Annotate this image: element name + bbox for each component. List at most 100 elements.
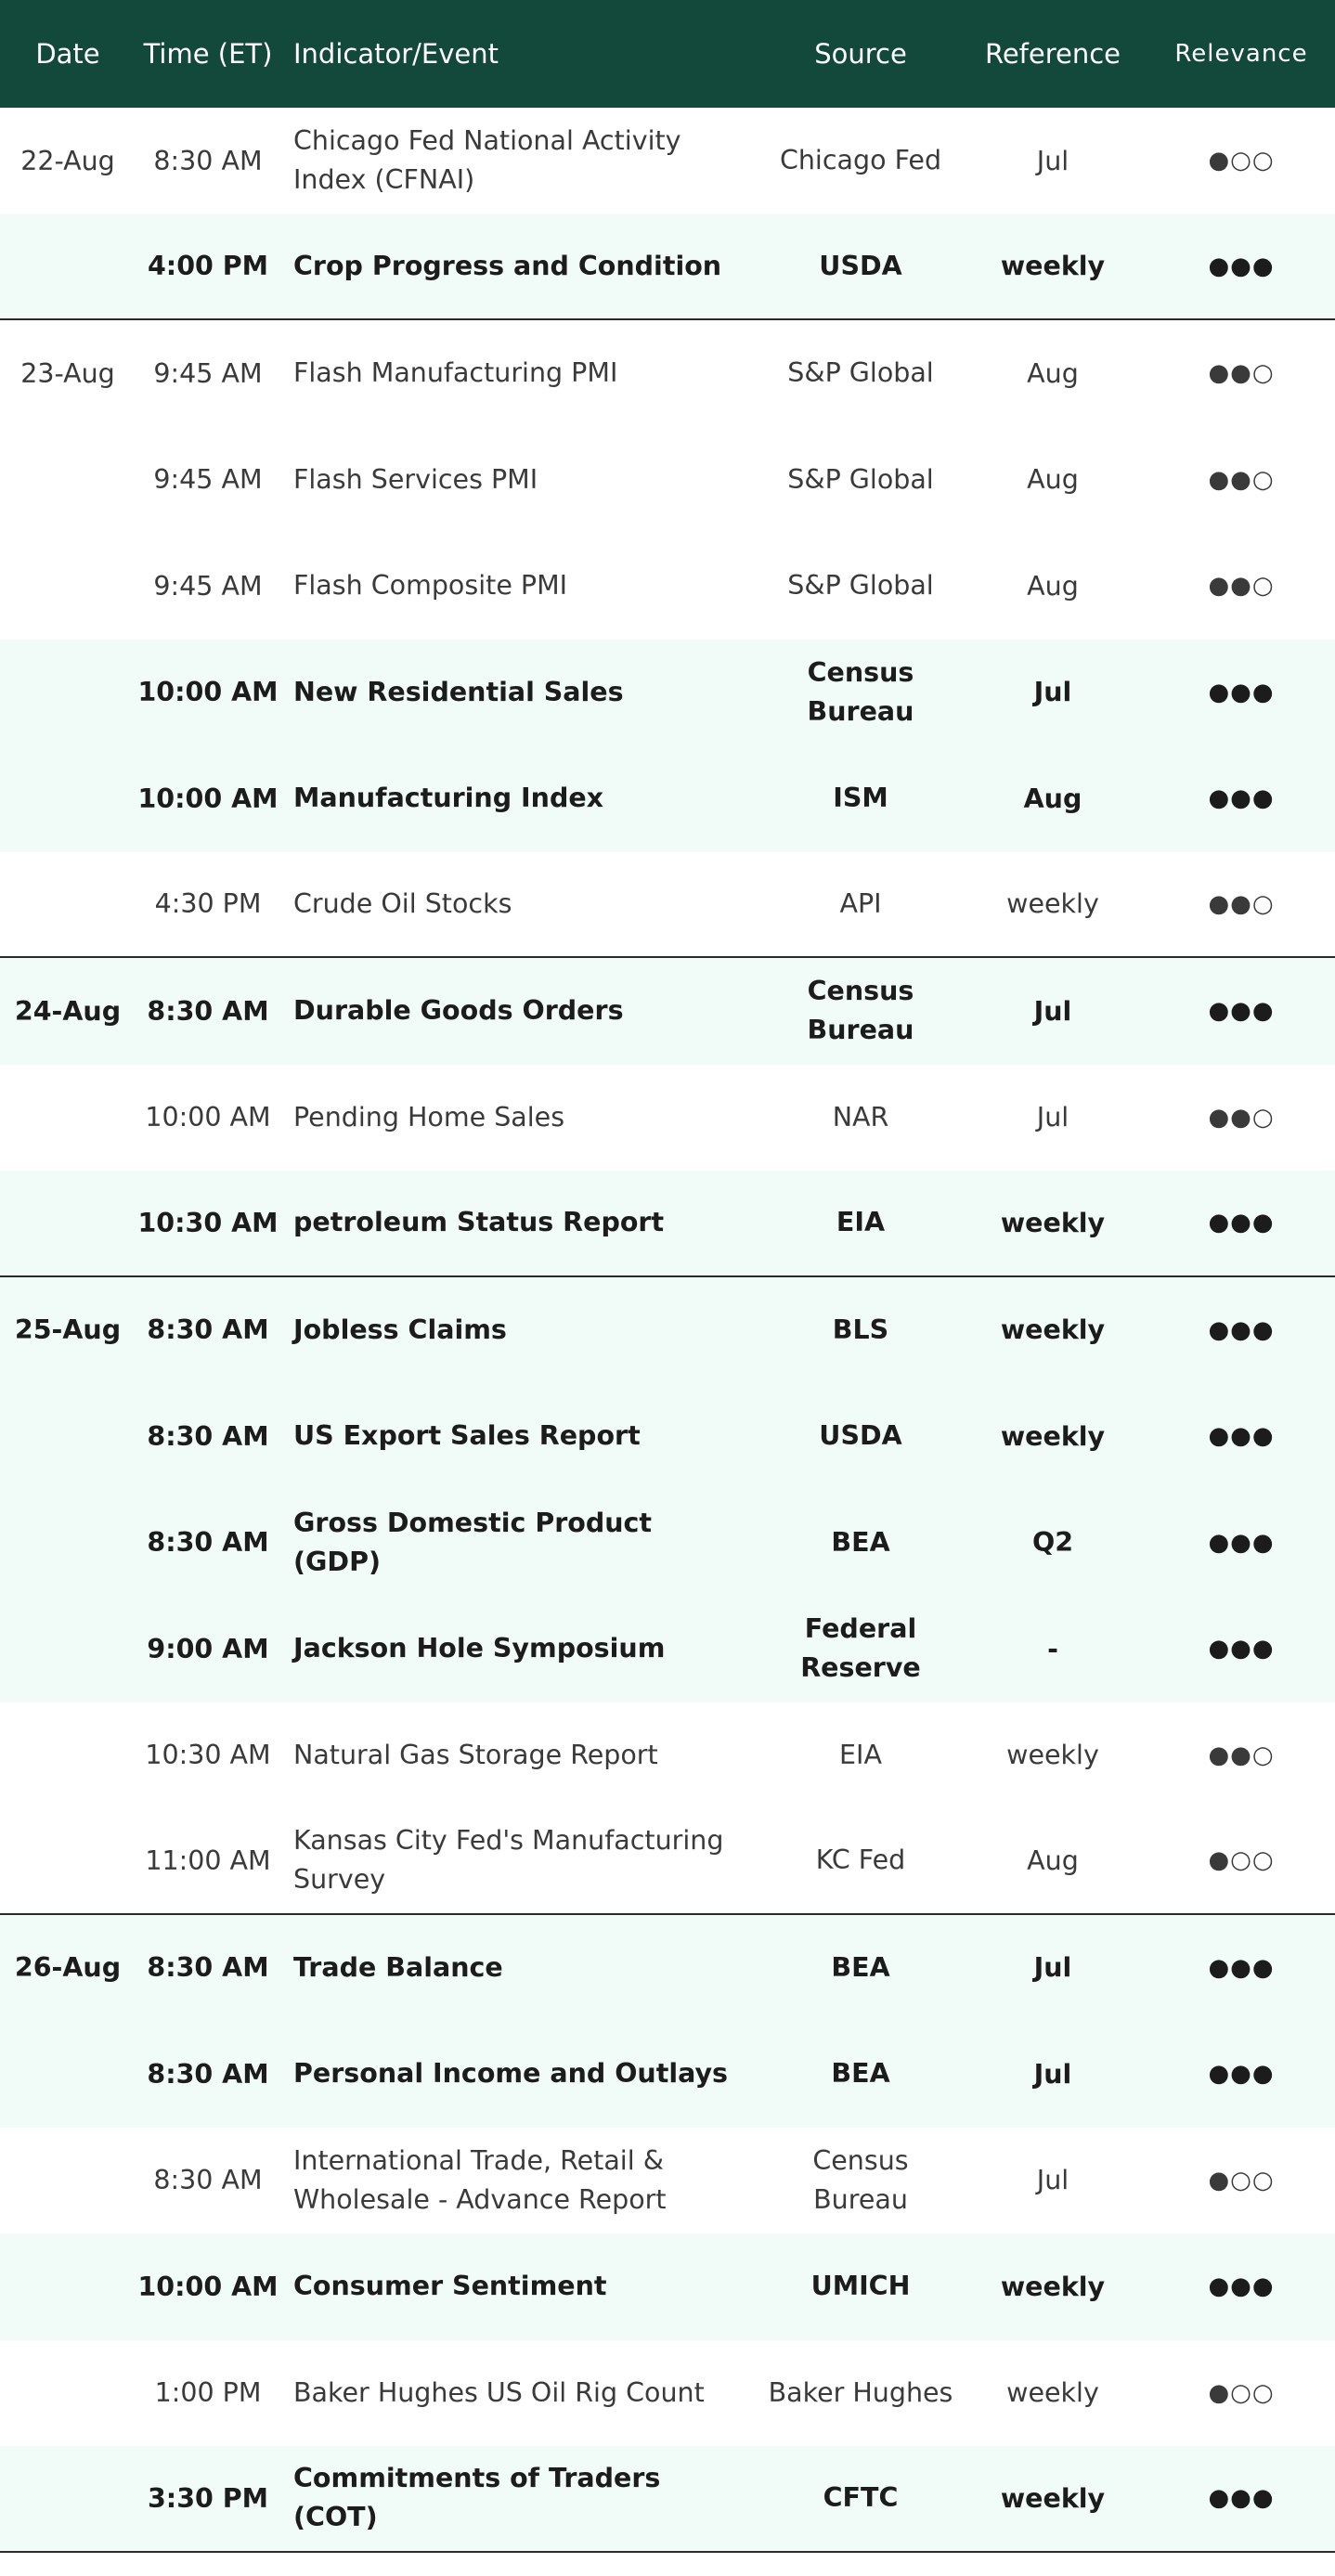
row-indicator: Manufacturing Index <box>293 783 604 814</box>
row-date <box>0 1065 136 1171</box>
table-row: 4:30 PM Crude Oil Stocks API weekly ●●○ <box>0 851 1335 958</box>
row-reference: weekly <box>1000 1207 1106 1238</box>
row-reference: Q2 <box>1031 1527 1074 1559</box>
header-reference: Reference <box>984 38 1121 70</box>
row-source: KC Fed <box>815 1845 906 1876</box>
row-relevance: ●●● <box>1208 1635 1275 1663</box>
row-source: Chicago Fed <box>779 145 942 176</box>
row-reference: Aug <box>1027 1845 1079 1876</box>
row-reference: Aug <box>1023 783 1082 814</box>
table-row: 10:00 AM Manufacturing Index ISM Aug ●●● <box>0 745 1335 852</box>
row-source: BEA <box>831 2058 890 2090</box>
row-date <box>0 2340 136 2447</box>
row-reference: Jul <box>1036 145 1069 176</box>
row-indicator: Baker Hughes US Oil Rig Count <box>293 2376 705 2408</box>
row-date <box>0 2446 136 2551</box>
row-time: 10:00 AM <box>137 2271 279 2302</box>
table-header: Date Time (ET) Indicator/Event Source Re… <box>0 0 1335 108</box>
row-relevance: ●●○ <box>1208 889 1275 918</box>
table-row: 3:30 PM Commitments of Traders (COT) CFTC w… <box>0 2446 1335 2553</box>
row-source: USDA <box>819 1420 902 1452</box>
row-relevance: ●●● <box>1208 252 1275 280</box>
row-source: S&P Global <box>787 463 934 495</box>
row-date <box>0 427 136 534</box>
row-date <box>0 2021 136 2128</box>
row-relevance: ●●● <box>1208 678 1275 706</box>
row-reference: Jul <box>1036 1102 1069 1133</box>
row-time: 9:45 AM <box>153 570 263 602</box>
row-source: Baker Hughes <box>768 2376 953 2408</box>
table-row: 9:45 AM Flash Composite PMI S&P Global Aug ●… <box>0 533 1335 640</box>
row-relevance: ●○○ <box>1208 2166 1275 2194</box>
row-time: 8:30 AM <box>147 2058 269 2090</box>
row-relevance: ●○○ <box>1208 2378 1275 2407</box>
header-relevance: Relevance <box>1174 40 1308 68</box>
row-relevance: ●●● <box>1208 1422 1275 1451</box>
row-relevance: ●●● <box>1208 1528 1275 1557</box>
row-source: EIA <box>839 1739 882 1770</box>
row-indicator: Kansas City Fed's Manufacturing Survey <box>293 1825 724 1896</box>
row-reference: Aug <box>1027 357 1079 389</box>
table-row: 10:00 AM Pending Home Sales NAR Jul ●●○ <box>0 1064 1335 1171</box>
row-time: 11:00 AM <box>145 1845 271 1876</box>
row-reference: Jul <box>1033 995 1072 1027</box>
row-relevance: ●●● <box>1208 1209 1275 1237</box>
row-date: 26-Aug <box>14 1952 122 1984</box>
row-date: 24-Aug <box>14 995 122 1027</box>
table-row: 10:00 AM Consumer Sentiment UMICH weekly ●●● <box>0 2233 1335 2340</box>
row-indicator: Commitments of Traders (COT) <box>293 2463 661 2533</box>
row-time: 4:30 PM <box>154 888 262 920</box>
header-time: Time (ET) <box>143 38 273 70</box>
row-time: 8:30 AM <box>147 1952 269 1984</box>
row-indicator: Crude Oil Stocks <box>293 887 512 919</box>
row-source: USDA <box>819 250 902 281</box>
row-relevance: ●●○ <box>1208 1741 1275 1769</box>
row-time: 9:00 AM <box>147 1633 269 1664</box>
row-indicator: Consumer Sentiment <box>293 2271 607 2302</box>
table-row: 10:30 AM petroleum Status Report EIA weekly… <box>0 1171 1335 1277</box>
header-indicator: Indicator/Event <box>293 38 499 70</box>
row-source: EIA <box>836 1207 886 1238</box>
row-relevance: ●●● <box>1208 2060 1275 2089</box>
row-date <box>0 1171 136 1275</box>
row-indicator: petroleum Status Report <box>293 1207 665 1238</box>
row-indicator: Personal Income and Outlays <box>293 2058 728 2090</box>
row-source: BLS <box>832 1314 889 1345</box>
row-indicator: Gross Domestic Product (GDP) <box>293 1507 653 1577</box>
economic-calendar-table: Date Time (ET) Indicator/Event Source Re… <box>0 0 1335 2553</box>
row-source: BEA <box>831 1526 890 1558</box>
row-relevance: ●○○ <box>1208 147 1275 175</box>
row-source: CFTC <box>823 2482 899 2514</box>
row-indicator: Flash Services PMI <box>293 463 538 495</box>
row-source: S&P Global <box>787 570 934 602</box>
table-row: 22-Aug 8:30 AM Chicago Fed National Activi… <box>0 108 1335 214</box>
row-relevance: ●●● <box>1208 997 1275 1026</box>
row-source: ISM <box>833 783 888 814</box>
row-source: BEA <box>831 1951 890 1983</box>
table-row: 9:45 AM Flash Services PMI S&P Global Aug ●●… <box>0 426 1335 534</box>
row-indicator: US Export Sales Report <box>293 1420 641 1452</box>
row-indicator: Jackson Hole Symposium <box>293 1633 666 1664</box>
table-row: 10:30 AM Natural Gas Storage Report EIA wee… <box>0 1702 1335 1808</box>
table-row: 10:00 AM New Residential Sales Census Bure… <box>0 639 1335 745</box>
row-reference: weekly <box>1000 1420 1106 1452</box>
header-date: Date <box>35 38 100 70</box>
row-source: Census Bureau <box>812 2144 909 2215</box>
row-time: 9:45 AM <box>153 464 263 496</box>
row-indicator: Crop Progress and Condition <box>293 250 722 281</box>
row-date <box>0 1596 136 1702</box>
table-row: 8:30 AM US Export Sales Report USDA weekly ●… <box>0 1383 1335 1490</box>
row-indicator: Jobless Claims <box>293 1314 507 1345</box>
row-time: 1:00 PM <box>154 2377 262 2409</box>
row-date <box>0 2233 136 2340</box>
row-date: 23-Aug <box>20 357 115 389</box>
header-source: Source <box>814 38 907 70</box>
row-date <box>0 852 136 957</box>
row-time: 8:30 AM <box>153 2165 263 2196</box>
row-time: 10:00 AM <box>137 783 279 814</box>
row-relevance: ●●● <box>1208 784 1275 813</box>
row-source: Census Bureau <box>807 976 914 1046</box>
row-relevance: ●○○ <box>1208 1846 1275 1875</box>
row-reference: weekly <box>1006 2377 1099 2409</box>
row-reference: Jul <box>1033 1952 1072 1984</box>
